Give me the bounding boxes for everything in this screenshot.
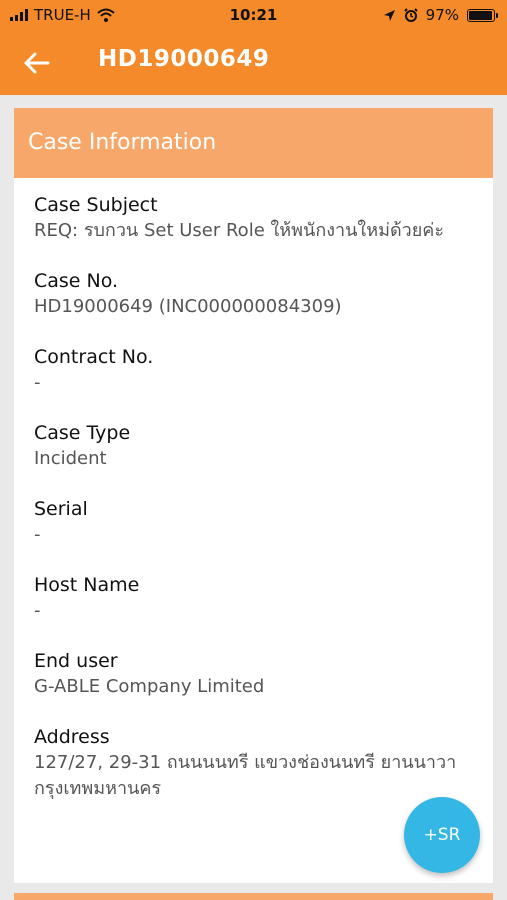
app-bar: HD19000649 <box>0 30 507 95</box>
field-label: Case Subject <box>34 194 158 216</box>
page-title: HD19000649 <box>98 46 270 72</box>
field-list: Case Subject REQ: รบกวน Set User Role ให… <box>14 178 493 802</box>
field-label: Case Type <box>34 422 131 444</box>
field-label: Contract No. <box>34 346 154 368</box>
case-information-card: Case Information Case Subject REQ: รบกวน… <box>14 108 493 883</box>
field-value: G-ABLE Company Limited <box>34 676 265 697</box>
field-label: Host Name <box>34 574 140 596</box>
add-sr-button[interactable]: +SR <box>404 797 480 873</box>
battery-percent: 97% <box>425 6 459 24</box>
field-address: Address 127/27, 29-31 ถนนนนทรี แขวงช่องน… <box>34 724 473 802</box>
field-case-no: Case No. HD19000649 (INC000000084309) <box>34 268 473 320</box>
field-value: - <box>34 600 41 621</box>
field-value: REQ: รบกวน Set User Role ให้พนักงานใหม่ด… <box>34 220 444 241</box>
field-contract-no: Contract No. - <box>34 344 473 396</box>
alarm-icon <box>403 8 418 22</box>
next-section-header <box>14 893 493 900</box>
field-value: - <box>34 524 41 545</box>
section-header: Case Information <box>14 108 493 178</box>
field-label: Serial <box>34 498 88 520</box>
field-label: Address <box>34 726 110 748</box>
field-host-name: Host Name - <box>34 572 473 624</box>
battery-icon <box>467 8 498 22</box>
field-case-type: Case Type Incident <box>34 420 473 472</box>
status-right: 97% <box>383 6 498 24</box>
field-value: 127/27, 29-31 ถนนนนทรี แขวงช่องนนทรี ยาน… <box>34 752 457 799</box>
field-value: - <box>34 372 41 393</box>
back-arrow-icon[interactable] <box>22 48 52 78</box>
field-case-subject: Case Subject REQ: รบกวน Set User Role ให… <box>34 192 473 244</box>
field-label: End user <box>34 650 118 672</box>
field-serial: Serial - <box>34 496 473 548</box>
field-end-user: End user G-ABLE Company Limited <box>34 648 473 700</box>
field-label: Case No. <box>34 270 119 292</box>
field-value: Incident <box>34 448 107 469</box>
location-icon <box>383 9 395 21</box>
field-value: HD19000649 (INC000000084309) <box>34 296 342 317</box>
status-bar: TRUE-H 10:21 97% <box>0 0 507 30</box>
